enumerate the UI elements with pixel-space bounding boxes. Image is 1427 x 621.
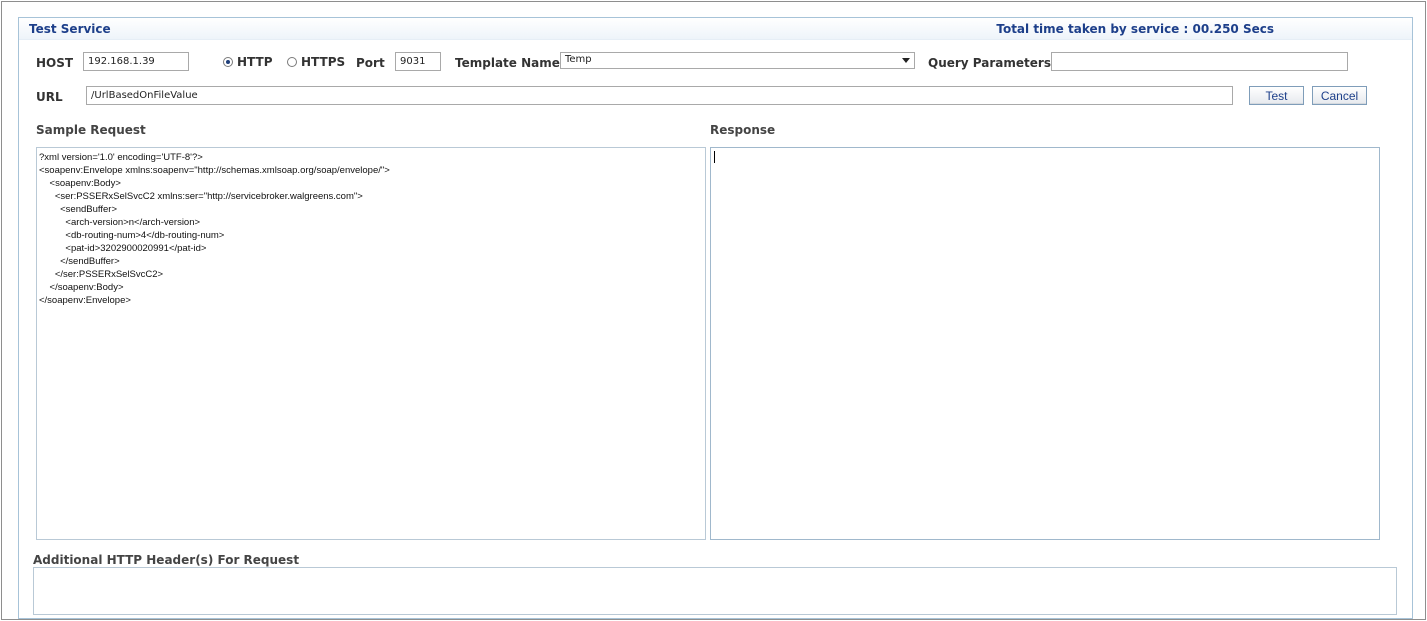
host-input[interactable] <box>83 52 189 71</box>
sample-request-line: <db-routing-num>4</db-routing-num> <box>39 230 225 241</box>
template-name-select[interactable]: Temp <box>560 52 915 69</box>
url-input[interactable] <box>86 86 1233 105</box>
sample-request-line: <soapenv:Body> <box>39 178 121 189</box>
sample-request-line: <sendBuffer> <box>39 204 117 215</box>
query-parameters-label: Query Parameters <box>928 56 1051 70</box>
sample-request-line: </soapenv:Body> <box>39 282 124 293</box>
sample-request-content: ?xml version='1.0' encoding='UTF-8'?> <so… <box>37 148 705 310</box>
time-taken-label: Total time taken by service : 00.250 Sec… <box>996 22 1274 36</box>
query-parameters-input[interactable] <box>1051 52 1348 71</box>
sample-request-line: <soapenv:Envelope xmlns:soapenv="http://… <box>39 165 390 176</box>
sample-request-line: <arch-version>n</arch-version> <box>39 217 201 228</box>
url-label: URL <box>36 90 63 104</box>
https-radio-option[interactable]: HTTPS <box>287 55 345 69</box>
response-label: Response <box>710 123 776 137</box>
additional-headers-textarea[interactable] <box>33 567 1397 615</box>
additional-headers-label: Additional HTTP Header(s) For Request <box>33 553 300 567</box>
panel-title: Test Service <box>29 22 111 36</box>
http-radio-option[interactable]: HTTP <box>223 55 272 69</box>
response-textarea[interactable] <box>710 147 1380 540</box>
host-label: HOST <box>36 56 74 70</box>
title-bar: Test Service Total time taken by service… <box>19 18 1412 40</box>
cancel-button[interactable]: Cancel <box>1312 86 1367 105</box>
chevron-down-icon <box>902 58 910 63</box>
https-radio[interactable] <box>287 57 297 67</box>
http-radio-label: HTTP <box>237 55 273 69</box>
test-button[interactable]: Test <box>1249 86 1304 105</box>
https-radio-label: HTTPS <box>301 55 346 69</box>
text-cursor <box>714 151 715 163</box>
template-name-label: Template Name <box>455 56 560 70</box>
http-radio[interactable] <box>223 57 233 67</box>
sample-request-label: Sample Request <box>36 123 146 137</box>
sample-request-line: </soapenv:Envelope> <box>39 295 131 306</box>
template-name-value: Temp <box>565 54 592 65</box>
test-service-panel: Test Service Total time taken by service… <box>18 17 1413 619</box>
window-frame: Test Service Total time taken by service… <box>1 1 1426 620</box>
sample-request-line: <pat-id>3202900020991</pat-id> <box>39 243 207 254</box>
sample-request-line: ?xml version='1.0' encoding='UTF-8'?> <box>39 152 203 163</box>
port-input[interactable] <box>395 52 441 71</box>
sample-request-line: </ser:PSSERxSelSvcC2> <box>39 269 164 280</box>
sample-request-textarea[interactable]: ?xml version='1.0' encoding='UTF-8'?> <so… <box>36 147 706 540</box>
sample-request-line: <ser:PSSERxSelSvcC2 xmlns:ser="http://se… <box>39 191 363 202</box>
sample-request-line: </sendBuffer> <box>39 256 120 267</box>
port-label: Port <box>356 56 385 70</box>
